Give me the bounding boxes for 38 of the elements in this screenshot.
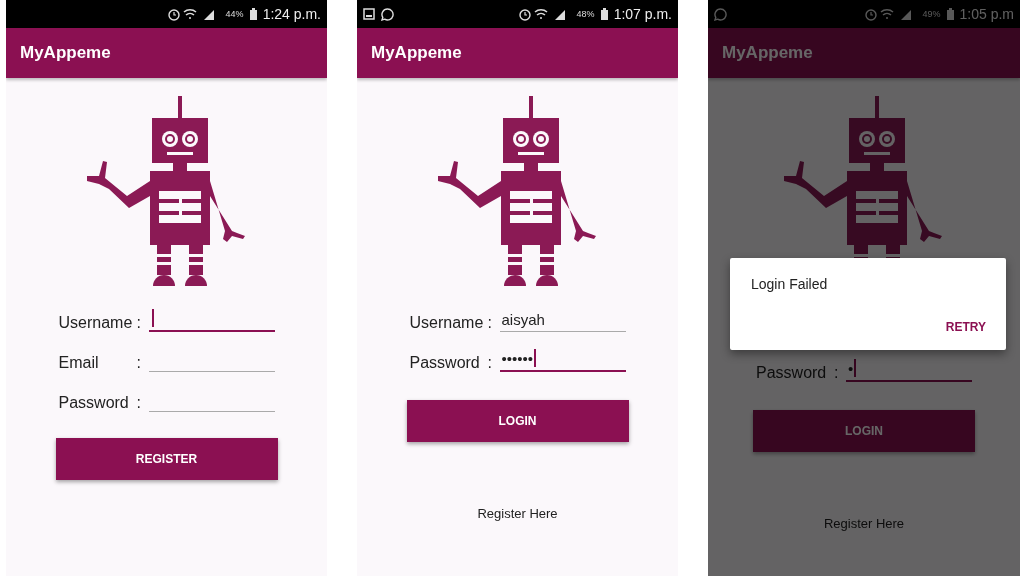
input-field[interactable]: aisyah — [499, 306, 626, 332]
retry-button[interactable]: RETRY — [945, 320, 986, 334]
battery-icon — [600, 8, 608, 20]
app-title: MyAppeme — [722, 43, 813, 63]
app-title: MyAppeme — [371, 43, 462, 63]
field-label: Email — [58, 354, 100, 372]
colon: : — [136, 394, 142, 412]
register-link[interactable]: Register Here — [477, 506, 558, 521]
status-time: 1:24 p.m. — [262, 6, 321, 22]
app-title: MyAppeme — [20, 43, 111, 63]
field-label: Password — [58, 394, 130, 412]
text-cursor — [854, 359, 857, 377]
text-cursor — [151, 309, 154, 327]
submit-button[interactable]: LOGIN — [406, 400, 629, 442]
battery-percentage: 48% — [576, 9, 595, 19]
colon: : — [834, 364, 840, 382]
submit-button[interactable]: REGISTER — [55, 438, 278, 480]
field-label: Password — [409, 354, 481, 372]
dialog-message: Login Failed — [751, 276, 829, 292]
field-label: Username — [409, 314, 485, 332]
colon: : — [487, 314, 493, 332]
battery-percentage: 44% — [225, 9, 244, 19]
status-time: 1:07 p.m. — [613, 6, 672, 22]
field-label: Username — [58, 314, 134, 332]
status-time: 1:05 p.m — [959, 6, 1014, 22]
chat-bubble-icon — [714, 7, 727, 21]
image-icon — [363, 8, 375, 20]
battery-icon — [249, 8, 257, 20]
colon: : — [487, 354, 493, 372]
chat-bubble-icon — [381, 7, 394, 21]
battery-percentage: 49% — [922, 9, 941, 19]
battery-icon — [946, 8, 954, 20]
colon: : — [136, 314, 142, 332]
field-label: Password — [756, 364, 828, 382]
text-cursor — [534, 349, 536, 367]
input-field[interactable]: •••••• — [499, 346, 626, 372]
input-field[interactable] — [148, 306, 275, 332]
colon: : — [136, 354, 142, 372]
